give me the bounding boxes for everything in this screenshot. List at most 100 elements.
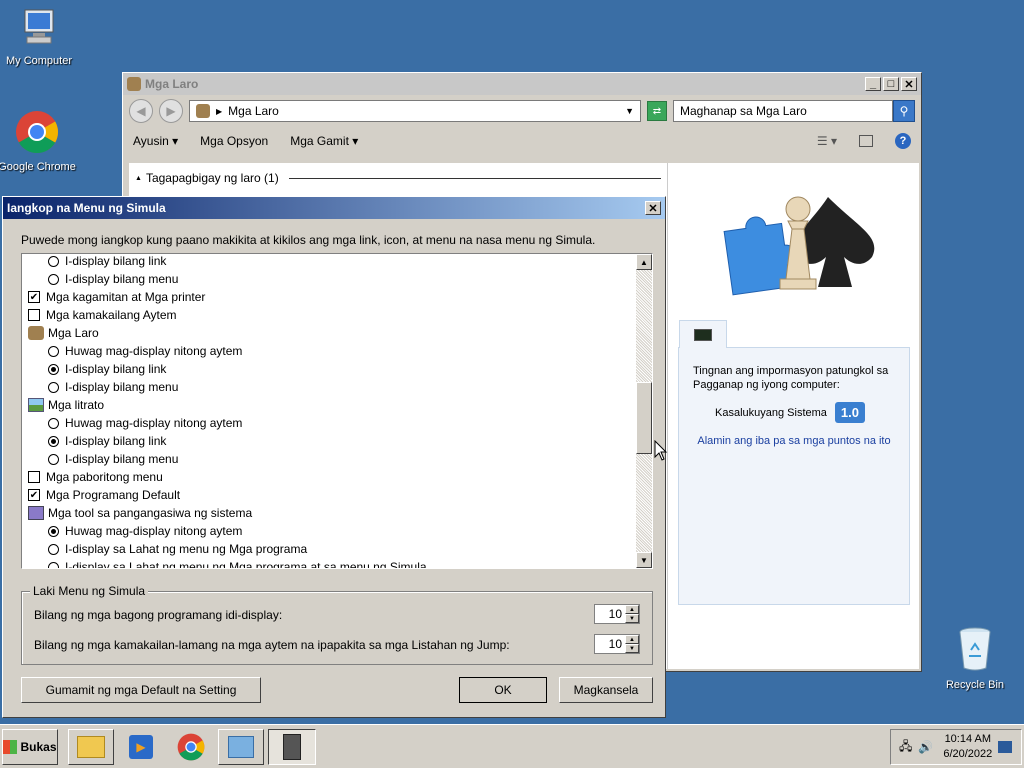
help-icon[interactable]: ?: [895, 133, 911, 149]
performance-link[interactable]: Alamin ang iba pa sa mga puntos na ito: [679, 423, 909, 447]
option-row[interactable]: I-display bilang menu: [28, 450, 634, 468]
customize-start-menu-dialog: Iangkop na Menu ng Simula ✕ Puwede mong …: [2, 196, 666, 718]
taskbar: Bukas ▶ 🖧 🔊 10:14 AM 6/20/2022: [0, 724, 1024, 768]
chrome-icon: [177, 733, 205, 761]
radio-button[interactable]: [48, 255, 59, 267]
scroll-down-button[interactable]: ▼: [636, 552, 652, 568]
radio-button[interactable]: [48, 435, 59, 447]
use-default-settings-button[interactable]: Gumamit ng mga Default na Setting: [21, 677, 261, 703]
recycle-bin-icon: [959, 627, 991, 671]
taskbar-media-player-button[interactable]: ▶: [120, 729, 162, 765]
option-row[interactable]: Huwag mag-display nitong aytem: [28, 414, 634, 432]
radio-button[interactable]: [48, 273, 59, 285]
breadcrumb-arrow-icon: ▶: [216, 106, 223, 116]
start-button[interactable]: Bukas: [2, 729, 58, 765]
option-label: I-display sa Lahat ng menu ng Mga progra…: [65, 560, 427, 569]
network-icon[interactable]: 🖧: [899, 737, 912, 758]
option-row[interactable]: I-display sa Lahat ng menu ng Mga progra…: [28, 558, 634, 569]
maximize-button[interactable]: □: [883, 77, 899, 91]
radio-button[interactable]: [48, 525, 59, 537]
dialog-description: Puwede mong iangkop kung paano makikita …: [21, 233, 596, 247]
games-icon: [127, 77, 141, 91]
vertical-scrollbar[interactable]: ▲ ▼: [636, 254, 652, 568]
chevron-down-icon[interactable]: ▼: [625, 106, 634, 116]
show-desktop-icon[interactable]: [998, 741, 1013, 753]
start-menu-size-group: Laki Menu ng Simula Bilang ng mga bagong…: [21, 584, 653, 665]
jump-list-label: Bilang ng mga kamakailan-lamang na mga a…: [34, 638, 510, 652]
option-row[interactable]: I-display bilang link: [28, 432, 634, 450]
scroll-thumb[interactable]: [636, 382, 652, 454]
increment-button[interactable]: ▲: [625, 635, 639, 644]
group-title: Laki Menu ng Simula: [30, 584, 149, 598]
option-row[interactable]: Huwag mag-display nitong aytem: [28, 342, 634, 360]
desktop-icon-google-chrome[interactable]: Google Chrome: [0, 110, 80, 173]
option-row[interactable]: ✔ Mga kagamitan at Mga printer: [28, 288, 634, 306]
option-label: Mga Laro: [48, 326, 99, 340]
group-header[interactable]: ▲ Tagapagbigay ng laro (1): [129, 163, 667, 193]
search-input[interactable]: Maghanap sa Mga Laro: [673, 100, 893, 122]
radio-button[interactable]: [48, 543, 59, 555]
taskbar-dialog-button[interactable]: [268, 729, 316, 765]
checkbox[interactable]: [28, 309, 40, 321]
performance-tab[interactable]: [679, 320, 727, 348]
checkbox[interactable]: [28, 471, 40, 483]
close-button[interactable]: ✕: [645, 201, 661, 215]
option-label: Mga litrato: [48, 398, 105, 412]
explorer-titlebar[interactable]: Mga Laro _ □ ✕: [123, 73, 921, 95]
option-row[interactable]: I-display bilang link: [28, 254, 634, 270]
radio-button[interactable]: [48, 417, 59, 429]
refresh-button[interactable]: ⇄: [647, 101, 667, 121]
clock[interactable]: 10:14 AM 6/20/2022: [943, 732, 992, 762]
option-row[interactable]: I-display bilang menu: [28, 378, 634, 396]
desktop-icon-label: Google Chrome: [0, 161, 76, 173]
scroll-up-button[interactable]: ▲: [636, 254, 652, 270]
taskbar-chrome-button[interactable]: [170, 729, 212, 765]
window-title: Mga Laro: [145, 77, 199, 91]
preview-pane-icon[interactable]: [859, 135, 873, 147]
decrement-button[interactable]: ▼: [625, 644, 639, 653]
jump-list-stepper[interactable]: 10 ▲ ▼: [594, 634, 640, 654]
option-row[interactable]: Mga paboritong menu: [28, 468, 634, 486]
search-icon[interactable]: ⚲: [893, 100, 915, 122]
radio-button[interactable]: [48, 453, 59, 465]
performance-panel: Tingnan ang impormasyon patungkol sa Pag…: [678, 320, 910, 605]
navigation-bar: ◀ ▶ ▶ Mga Laro ▼ ⇄ Maghanap sa Mga Laro …: [123, 95, 921, 127]
taskbar-control-panel-button[interactable]: [218, 729, 264, 765]
games-icon: [28, 326, 44, 340]
checkbox[interactable]: ✔: [28, 291, 40, 303]
option-label: I-display bilang link: [65, 362, 167, 376]
option-row[interactable]: ✔ Mga Programang Default: [28, 486, 634, 504]
dialog-titlebar[interactable]: Iangkop na Menu ng Simula ✕: [3, 197, 665, 219]
recent-programs-stepper[interactable]: 10 ▲ ▼: [594, 604, 640, 624]
ok-button[interactable]: OK: [459, 677, 547, 703]
radio-button[interactable]: [48, 363, 59, 375]
options-menu[interactable]: Mga Opsyon: [200, 134, 268, 148]
back-button[interactable]: ◀: [129, 99, 153, 123]
close-button[interactable]: ✕: [901, 77, 917, 91]
checkbox[interactable]: ✔: [28, 489, 40, 501]
option-row[interactable]: Huwag mag-display nitong aytem: [28, 522, 634, 540]
radio-button[interactable]: [48, 345, 59, 357]
organize-menu[interactable]: Ayusin ▾: [133, 134, 178, 148]
desktop-icon-recycle-bin[interactable]: Recycle Bin: [932, 626, 1018, 691]
tools-menu[interactable]: Mga Gamit ▾: [290, 134, 358, 148]
search-placeholder: Maghanap sa Mga Laro: [680, 104, 807, 118]
forward-button[interactable]: ▶: [159, 99, 183, 123]
view-options-icon[interactable]: ☰ ▾: [817, 134, 837, 148]
desktop-icon-my-computer[interactable]: My Computer: [0, 8, 82, 67]
radio-button[interactable]: [48, 381, 59, 393]
decrement-button[interactable]: ▼: [625, 614, 639, 623]
taskbar-explorer-button[interactable]: [68, 729, 114, 765]
radio-button[interactable]: [48, 561, 59, 568]
volume-icon[interactable]: 🔊: [918, 740, 933, 754]
option-row[interactable]: I-display bilang menu: [28, 270, 634, 288]
option-row[interactable]: I-display sa Lahat ng menu ng Mga progra…: [28, 540, 634, 558]
option-row[interactable]: Mga kamakailang Aytem: [28, 306, 634, 324]
option-label: I-display bilang menu: [65, 452, 179, 466]
cancel-button[interactable]: Magkansela: [559, 677, 653, 703]
increment-button[interactable]: ▲: [625, 605, 639, 614]
option-row[interactable]: I-display bilang link: [28, 360, 634, 378]
minimize-button[interactable]: _: [865, 77, 881, 91]
address-bar[interactable]: ▶ Mga Laro ▼: [189, 100, 641, 122]
option-label: Huwag mag-display nitong aytem: [65, 344, 243, 358]
